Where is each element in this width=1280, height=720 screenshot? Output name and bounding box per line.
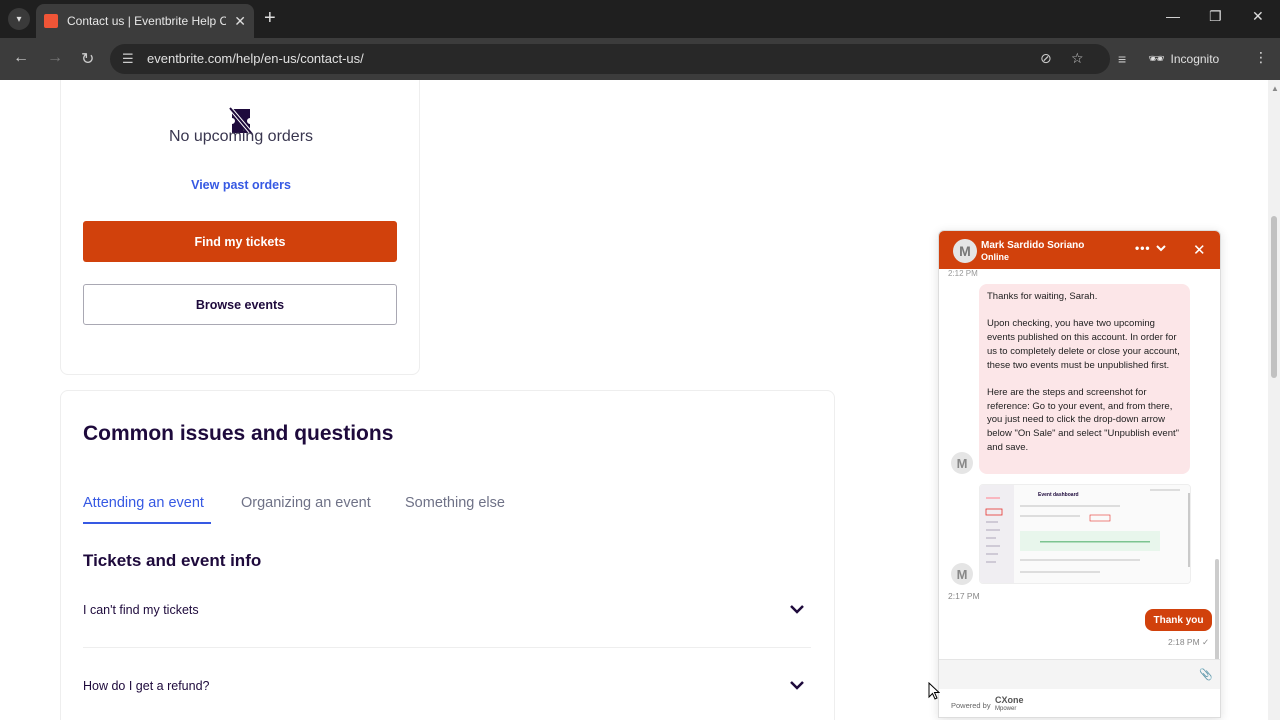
scroll-up-arrow-icon[interactable]: ▲ bbox=[1271, 84, 1279, 93]
powered-by-text: Powered by bbox=[951, 701, 991, 710]
screenshot-thumbnail bbox=[980, 485, 1190, 583]
chevron-down-icon[interactable] bbox=[1155, 242, 1167, 254]
screenshot-caption: Event dashboard bbox=[1038, 492, 1079, 498]
issues-title: Common issues and questions bbox=[83, 422, 394, 445]
browser-toolbar: ← → ↻ ☰ eventbrite.com/help/en-us/contac… bbox=[0, 38, 1280, 80]
agent-avatar: M bbox=[951, 452, 973, 474]
browse-events-button[interactable]: Browse events bbox=[83, 284, 397, 325]
no-orders-text: No upcoming orders bbox=[168, 128, 314, 145]
new-tab-plus-icon[interactable]: + bbox=[264, 7, 276, 29]
more-options-icon[interactable]: ••• bbox=[1135, 241, 1151, 255]
back-arrow-icon[interactable]: ← bbox=[13, 49, 29, 67]
agent-status: Online bbox=[981, 252, 1010, 262]
faq-question: How do I get a refund? bbox=[83, 679, 210, 693]
minimize-window-icon[interactable]: — bbox=[1166, 8, 1180, 24]
eventbrite-favicon-icon bbox=[44, 14, 58, 28]
agent-avatar: M bbox=[951, 563, 973, 585]
agent-avatar: M bbox=[953, 239, 977, 263]
tab-organizing-event[interactable]: Organizing an event bbox=[241, 495, 371, 511]
chat-message-input[interactable]: 📎 bbox=[939, 659, 1220, 689]
chat-scrollbar[interactable] bbox=[1215, 559, 1219, 659]
eye-off-icon[interactable]: ⊘ bbox=[1040, 50, 1052, 67]
agent-name: Mark Sardido Soriano bbox=[981, 240, 1085, 251]
scroll-thumb[interactable] bbox=[1271, 216, 1277, 378]
previous-message-time: 2:12 PM bbox=[948, 269, 978, 278]
message-paragraph: Thanks for waiting, Sarah. bbox=[987, 291, 1098, 302]
forward-arrow-icon[interactable]: → bbox=[47, 49, 63, 67]
chevron-down-icon[interactable] bbox=[789, 677, 805, 693]
faq-question: I can't find my tickets bbox=[83, 603, 199, 617]
faq-item[interactable]: I can't find my tickets bbox=[83, 591, 811, 631]
chat-messages[interactable]: 2:12 PM Thanks for waiting, Sarah. Upon … bbox=[939, 269, 1220, 659]
section-title: Tickets and event info bbox=[83, 551, 262, 570]
incognito-icon: 🕶 bbox=[1148, 51, 1165, 66]
common-issues-card: Common issues and questions Attending an… bbox=[60, 390, 835, 720]
browser-tab-active[interactable]: Contact us | Eventbrite Help Ce ✕ bbox=[36, 4, 254, 38]
find-my-tickets-button[interactable]: Find my tickets bbox=[83, 221, 397, 262]
close-chat-icon[interactable]: ✕ bbox=[1193, 241, 1206, 259]
close-window-icon[interactable]: ✕ bbox=[1252, 8, 1264, 25]
orders-card: No upcoming orders View past orders Find… bbox=[60, 80, 420, 375]
restore-window-icon[interactable]: ❐ bbox=[1209, 8, 1222, 25]
media-controls-icon[interactable]: ≡ bbox=[1118, 51, 1126, 67]
incognito-label: Incognito bbox=[1170, 52, 1220, 66]
address-bar[interactable]: ☰ eventbrite.com/help/en-us/contact-us/ … bbox=[110, 44, 1110, 74]
browser-menu-icon[interactable]: ⋮ bbox=[1254, 49, 1268, 66]
incognito-indicator[interactable]: 🕶 Incognito bbox=[1148, 47, 1244, 71]
tab-attending-event[interactable]: Attending an event bbox=[83, 495, 204, 511]
incoming-message-bubble: Thanks for waiting, Sarah. Upon checking… bbox=[979, 284, 1190, 474]
message-paragraph: Here are the steps and screenshot for re… bbox=[987, 386, 1179, 453]
incoming-message-time: 2:17 PM bbox=[948, 591, 980, 601]
attachment-icon[interactable]: 📎 bbox=[1199, 668, 1213, 681]
chat-footer: Powered by CXone Mpower bbox=[939, 689, 1220, 717]
tab-list-chevron-icon[interactable]: ▾ bbox=[8, 8, 30, 30]
faq-divider bbox=[83, 647, 811, 648]
tab-title: Contact us | Eventbrite Help Ce bbox=[67, 14, 227, 28]
bookmark-star-icon[interactable]: ☆ bbox=[1071, 50, 1084, 67]
shared-screenshot-image[interactable]: Event dashboard bbox=[979, 484, 1191, 584]
view-past-orders-link[interactable]: View past orders bbox=[61, 178, 421, 192]
chat-widget: M Mark Sardido Soriano Online ••• ✕ 2:12… bbox=[938, 230, 1221, 718]
site-info-tune-icon[interactable]: ☰ bbox=[122, 51, 134, 67]
message-paragraph: Upon checking, you have two upcoming eve… bbox=[987, 318, 1180, 371]
tab-close-icon[interactable]: ✕ bbox=[234, 13, 246, 30]
outgoing-message-bubble: Thank you bbox=[1145, 609, 1212, 631]
brand-sub: Mpower bbox=[995, 706, 1017, 712]
faq-item[interactable]: How do I get a refund? bbox=[83, 667, 811, 707]
reload-icon[interactable]: ↻ bbox=[81, 49, 94, 69]
browser-tab-bar: ▾ Contact us | Eventbrite Help Ce ✕ + — … bbox=[0, 0, 1280, 38]
outgoing-message-time: 2:18 PM ✓ bbox=[1168, 637, 1210, 647]
page-scrollbar[interactable]: ▲ bbox=[1268, 80, 1280, 720]
active-tab-underline bbox=[83, 522, 211, 524]
chevron-down-icon[interactable] bbox=[789, 601, 805, 617]
mouse-cursor-icon bbox=[928, 682, 940, 700]
brand-name: CXone bbox=[995, 695, 1024, 705]
url-text[interactable]: eventbrite.com/help/en-us/contact-us/ bbox=[147, 51, 364, 66]
tab-something-else[interactable]: Something else bbox=[405, 495, 505, 511]
cxone-logo: CXone Mpower bbox=[995, 696, 1024, 714]
chat-header: M Mark Sardido Soriano Online ••• ✕ bbox=[939, 231, 1220, 269]
